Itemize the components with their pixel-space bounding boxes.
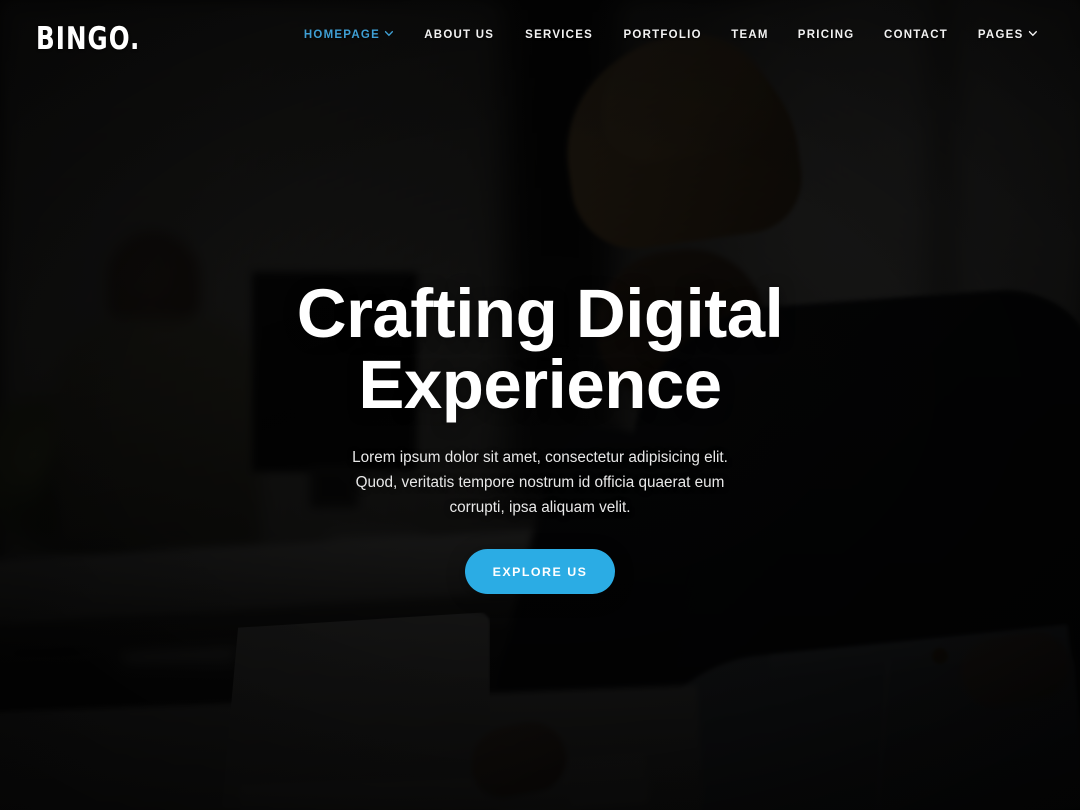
chevron-down-icon	[385, 29, 394, 38]
nav-label: SERVICES	[524, 27, 593, 41]
hero-subtitle: Lorem ipsum dolor sit amet, consectetur …	[352, 449, 728, 516]
nav-item-pricing[interactable]: PRICING	[786, 27, 867, 41]
nav-label: PAGES	[978, 27, 1024, 41]
nav-label: HOMEPAGE	[304, 27, 381, 41]
hero-title-line-2: Experience	[358, 346, 722, 424]
nav-label: ABOUT US	[424, 27, 495, 41]
main-navigation: HOMEPAGE ABOUT US SERVICES PORTFOLIO TEA…	[288, 27, 1052, 41]
nav-item-pages[interactable]: PAGES	[966, 27, 1049, 41]
nav-item-contact[interactable]: CONTACT	[872, 27, 960, 41]
nav-label: TEAM	[731, 27, 769, 41]
chevron-down-icon	[1028, 29, 1037, 38]
nav-item-about-us[interactable]: ABOUT US	[412, 27, 506, 41]
nav-label: PORTFOLIO	[623, 27, 702, 41]
nav-item-team[interactable]: TEAM	[719, 27, 781, 41]
hero-title: Crafting Digital Experience	[297, 278, 784, 420]
hero-content: Crafting Digital Experience Lorem ipsum …	[0, 0, 1080, 810]
nav-label: CONTACT	[884, 27, 949, 41]
nav-item-homepage[interactable]: HOMEPAGE	[292, 27, 406, 41]
site-header: BINGO. HOMEPAGE ABOUT US SERVICES PORTFO…	[0, 0, 1080, 76]
nav-item-portfolio[interactable]: PORTFOLIO	[611, 27, 714, 41]
site-logo[interactable]: BINGO.	[36, 21, 140, 57]
explore-us-button[interactable]: EXPLORE US	[465, 549, 615, 595]
nav-label: PRICING	[797, 27, 855, 41]
nav-item-services[interactable]: SERVICES	[513, 27, 605, 41]
hero-section: BINGO. HOMEPAGE ABOUT US SERVICES PORTFO…	[0, 0, 1080, 810]
hero-title-line-1: Crafting Digital	[296, 275, 784, 352]
